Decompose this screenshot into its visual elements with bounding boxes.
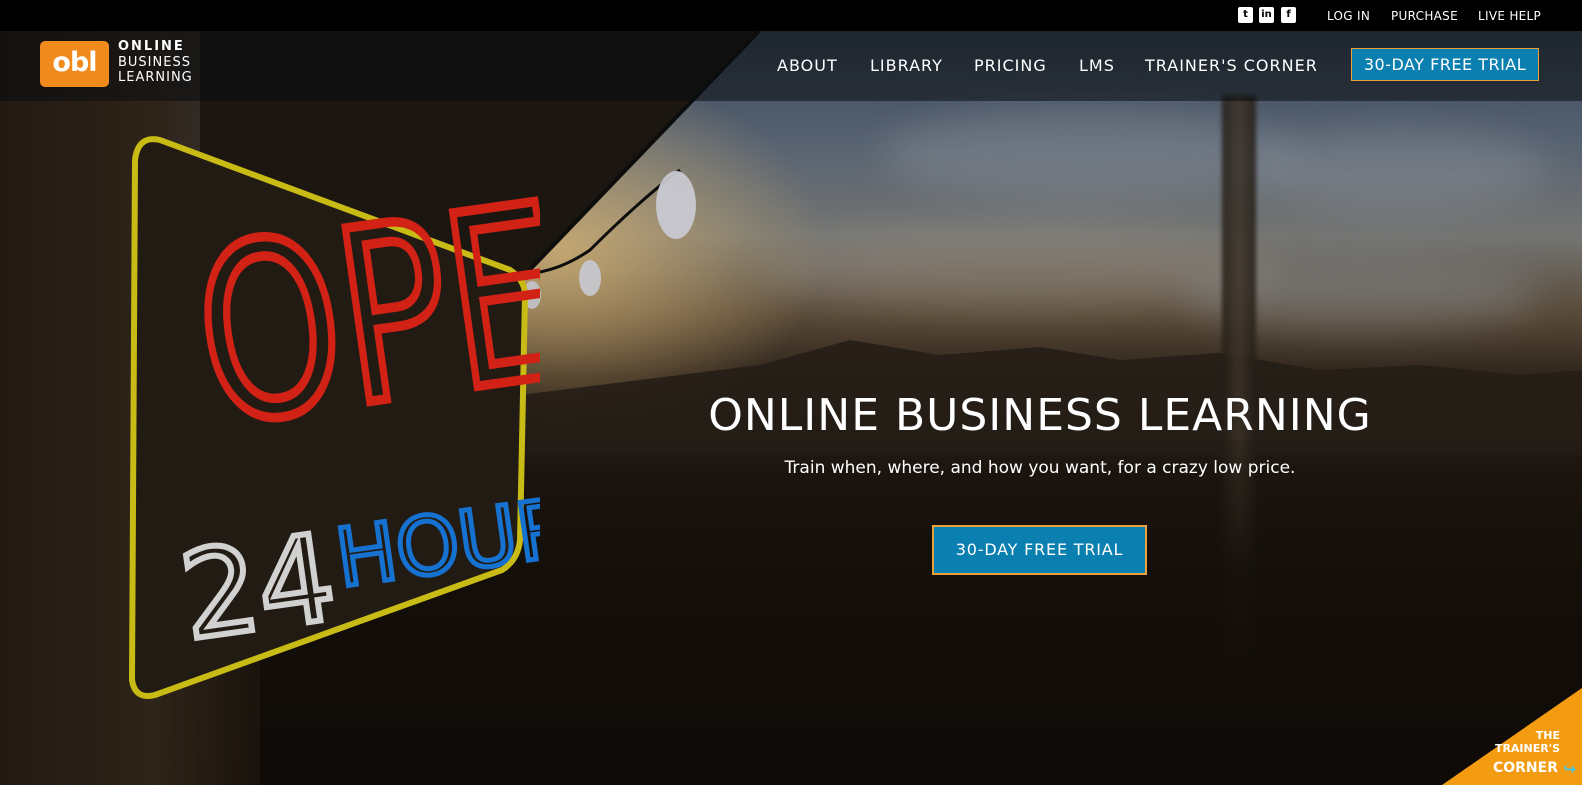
- nav-library[interactable]: LIBRARY: [870, 56, 943, 75]
- logo[interactable]: obl: [40, 41, 109, 87]
- nav-trainers-corner[interactable]: TRAINER'S CORNER: [1145, 56, 1318, 75]
- nav-free-trial-button[interactable]: 30-DAY FREE TRIAL: [1351, 48, 1539, 81]
- live-help-link[interactable]: LIVE HELP: [1478, 9, 1541, 23]
- hero-subtitle: Train when, where, and how you want, for…: [784, 458, 1296, 478]
- corner-line-2: TRAINER'S: [1494, 742, 1560, 755]
- brand-line-3: LEARNING: [118, 70, 193, 85]
- nav-pricing[interactable]: PRICING: [974, 56, 1047, 75]
- nav-about[interactable]: ABOUT: [777, 56, 838, 75]
- linkedin-icon[interactable]: in: [1259, 7, 1274, 23]
- corner-line-1: THE: [1535, 729, 1560, 742]
- top-utility-bar: t in f LOG IN PURCHASE LIVE HELP: [0, 0, 1582, 31]
- facebook-icon[interactable]: f: [1281, 7, 1296, 23]
- main-navbar: obl ONLINE BUSINESS LEARNING ABOUT LIBRA…: [0, 31, 1582, 101]
- twitter-icon[interactable]: t: [1238, 7, 1253, 23]
- brand-line-1: ONLINE: [118, 39, 185, 54]
- brand-line-2: BUSINESS: [118, 55, 191, 70]
- hero-free-trial-button[interactable]: 30-DAY FREE TRIAL: [932, 525, 1147, 575]
- login-link[interactable]: LOG IN: [1327, 9, 1370, 23]
- purchase-link[interactable]: PURCHASE: [1391, 9, 1458, 23]
- sign-24-text: 24: [173, 509, 344, 668]
- hero-title: ONLINE BUSINESS LEARNING: [708, 390, 1372, 441]
- trainers-corner-badge[interactable]: THE TRAINER'S CORNER ↪: [1442, 688, 1582, 785]
- nav-lms[interactable]: LMS: [1079, 56, 1115, 75]
- corner-line-3: CORNER: [1492, 760, 1558, 776]
- curved-arrow-icon: ↪: [1563, 760, 1576, 778]
- neon-sign: OPEN 24 HOURS: [128, 130, 540, 699]
- logo-text: obl: [52, 47, 97, 78]
